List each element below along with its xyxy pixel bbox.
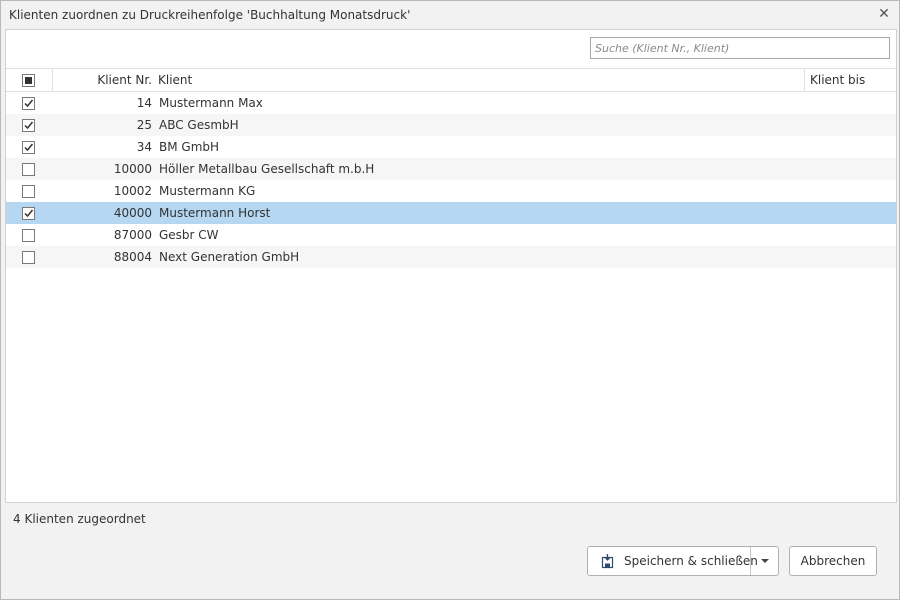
- save-icon: [601, 554, 614, 569]
- dialog-title: Klienten zuordnen zu Druckreihenfolge 'B…: [9, 8, 411, 22]
- cancel-button[interactable]: Abbrechen: [789, 546, 877, 576]
- client-name-cell: Mustermann Max: [159, 96, 263, 110]
- close-icon[interactable]: ✕: [875, 5, 893, 23]
- row-check-cell: [6, 202, 52, 224]
- table-row[interactable]: 10000 Höller Metallbau Gesellschaft m.b.H: [6, 158, 896, 180]
- client-name-cell: Mustermann KG: [159, 184, 256, 198]
- client-name-cell: Gesbr CW: [159, 228, 219, 242]
- row-checkbox[interactable]: [22, 251, 35, 264]
- client-name-cell: Next Generation GmbH: [159, 250, 300, 264]
- client-name-cell: ABC GesmbH: [159, 118, 239, 132]
- row-checkbox[interactable]: [22, 119, 35, 132]
- table-row[interactable]: 14 Mustermann Max: [6, 92, 896, 114]
- client-name-cell: BM GmbH: [159, 140, 220, 154]
- save-close-label: Speichern & schließen: [624, 554, 758, 568]
- save-options-dropdown[interactable]: [752, 547, 778, 575]
- client-nr-cell: 40000: [113, 206, 152, 220]
- select-all-checkbox[interactable]: [22, 74, 35, 87]
- table-row[interactable]: 88004 Next Generation GmbH: [6, 246, 896, 268]
- header-select-all-cell: [6, 69, 52, 92]
- grid-body: 14 Mustermann Max 25 ABC GesmbH 34 BM GmbH 100…: [6, 92, 896, 268]
- assign-clients-dialog: Klienten zuordnen zu Druckreihenfolge 'B…: [0, 0, 900, 600]
- dialog-titlebar: Klienten zuordnen zu Druckreihenfolge 'B…: [1, 1, 899, 29]
- client-nr-cell: 14: [136, 96, 152, 110]
- save-close-button[interactable]: Speichern & schließen: [588, 547, 758, 575]
- row-check-cell: [6, 246, 52, 268]
- row-checkbox[interactable]: [22, 229, 35, 242]
- row-check-cell: [6, 180, 52, 202]
- clients-grid: Klient Nr. Klient Klient bis 14 Musterman…: [6, 68, 896, 268]
- row-checkbox[interactable]: [22, 141, 35, 154]
- save-close-split-button: Speichern & schließen: [587, 546, 779, 576]
- assigned-count-status: 4 Klienten zugeordnet: [13, 512, 146, 526]
- column-header-client-bis[interactable]: Klient bis: [804, 69, 896, 92]
- client-nr-cell: 10002: [113, 184, 152, 198]
- table-row[interactable]: 87000 Gesbr CW: [6, 224, 896, 246]
- row-checkbox[interactable]: [22, 207, 35, 220]
- table-row[interactable]: 40000 Mustermann Horst: [6, 202, 896, 224]
- grid-header: Klient Nr. Klient Klient bis: [6, 68, 896, 92]
- client-nr-cell: 25: [136, 118, 152, 132]
- row-check-cell: [6, 158, 52, 180]
- table-row[interactable]: 10002 Mustermann KG: [6, 180, 896, 202]
- search-input[interactable]: [590, 37, 890, 59]
- row-check-cell: [6, 136, 52, 158]
- client-nr-cell: 10000: [113, 162, 152, 176]
- client-nr-cell: 88004: [113, 250, 152, 264]
- row-checkbox[interactable]: [22, 163, 35, 176]
- chevron-down-icon: [761, 559, 769, 563]
- table-row[interactable]: 34 BM GmbH: [6, 136, 896, 158]
- row-check-cell: [6, 114, 52, 136]
- client-name-cell: Mustermann Horst: [159, 206, 271, 220]
- client-nr-cell: 34: [136, 140, 152, 154]
- row-checkbox[interactable]: [22, 185, 35, 198]
- client-nr-cell: 87000: [113, 228, 152, 242]
- row-checkbox[interactable]: [22, 97, 35, 110]
- row-check-cell: [6, 92, 52, 114]
- column-header-client[interactable]: Klient: [158, 69, 804, 92]
- dialog-content: Klient Nr. Klient Klient bis 14 Musterman…: [5, 29, 897, 503]
- column-header-client-nr[interactable]: Klient Nr.: [52, 69, 156, 92]
- row-check-cell: [6, 224, 52, 246]
- table-row[interactable]: 25 ABC GesmbH: [6, 114, 896, 136]
- client-name-cell: Höller Metallbau Gesellschaft m.b.H: [159, 162, 375, 176]
